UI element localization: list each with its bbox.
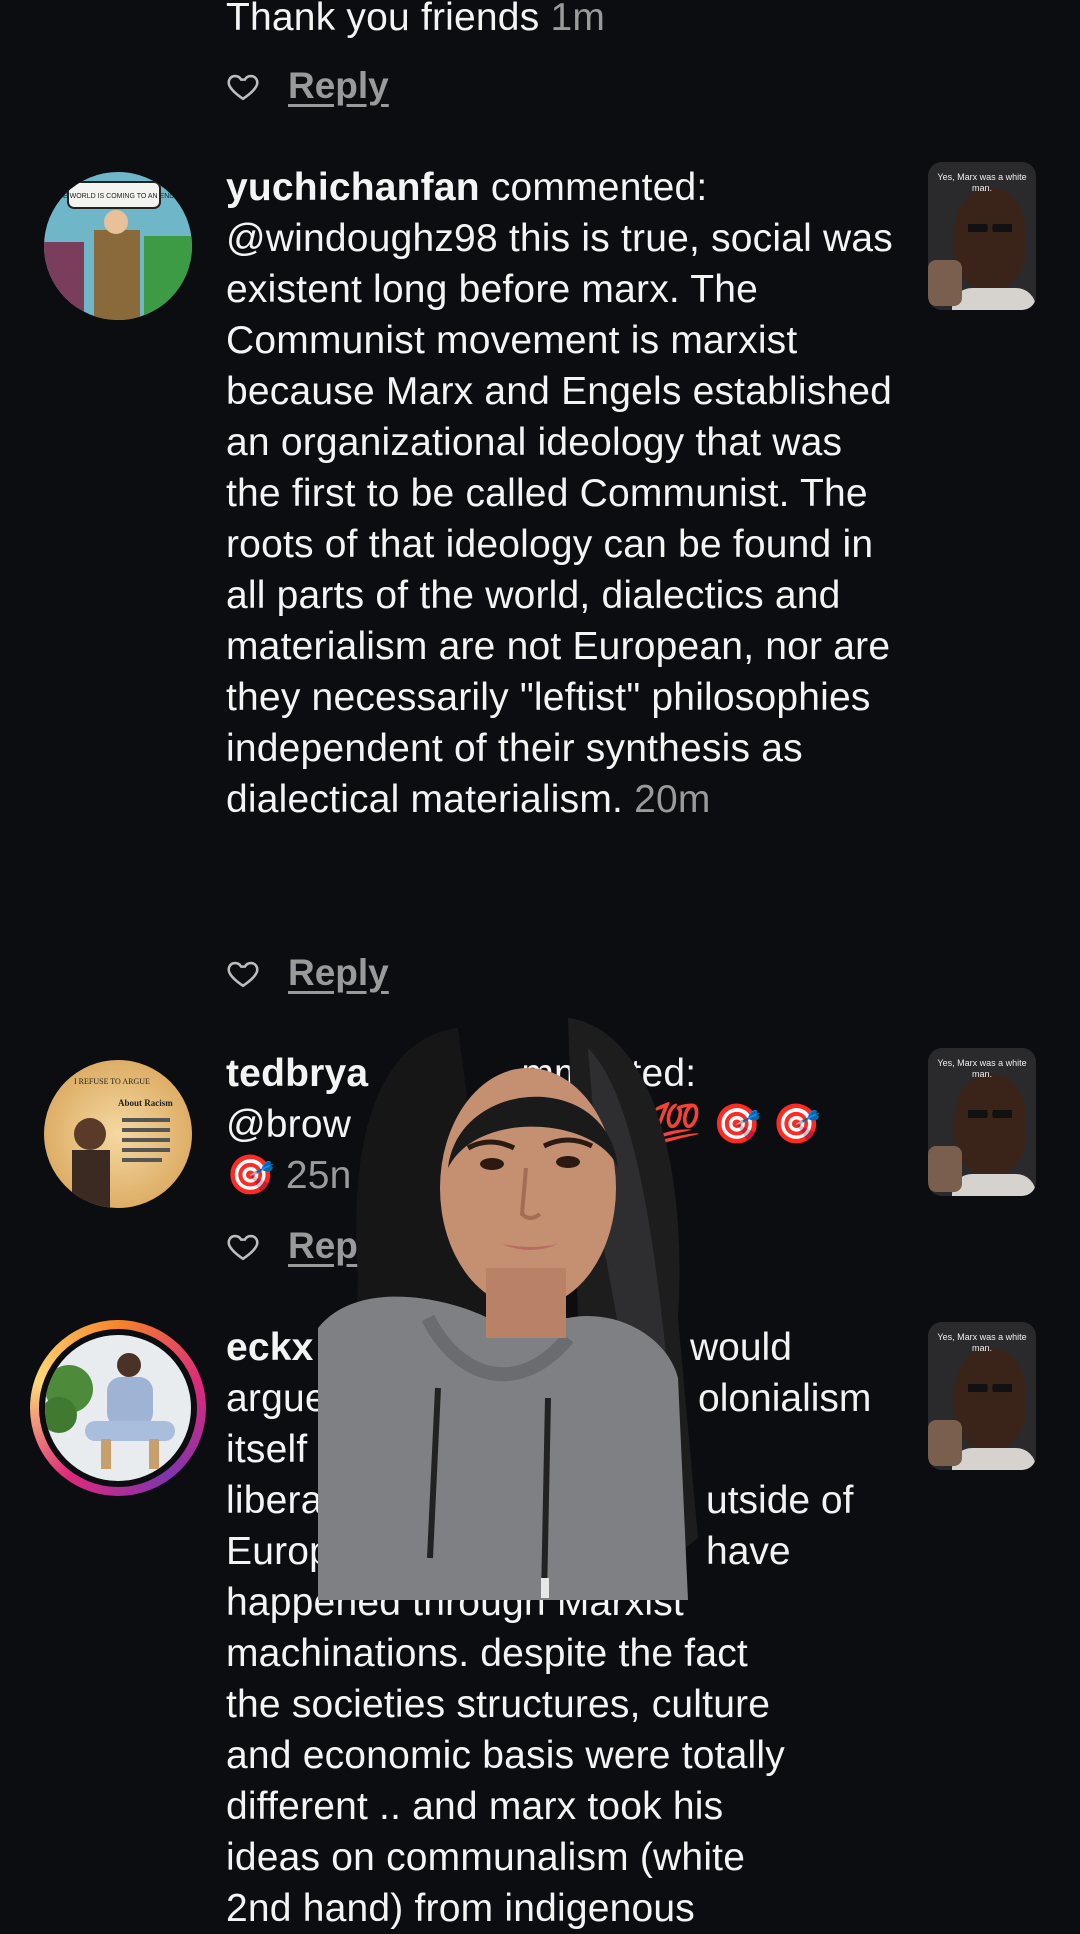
avatar[interactable]: I REFUSE TO ARGUE About Racism [44,1060,192,1208]
thumbnail-caption: Yes, Marx was a white man. [937,1332,1027,1353]
comment-line: ideas on communalism (white [226,1836,746,1879]
thumbnail-inset [928,1420,962,1466]
post-thumbnail[interactable]: Yes, Marx was a white man. [928,162,1036,310]
heart-outline-icon[interactable] [226,1229,260,1263]
reply-button[interactable]: Reply [288,952,389,994]
comment-emoji-tail: 🎯 [226,1154,275,1197]
thumbnail-face [954,1348,1026,1448]
comment-text: Thank you friends 1m [226,0,906,43]
comment-line: machinations. despite the fact [226,1632,748,1675]
comment-fragment: olonialism [698,1377,872,1420]
heart-outline-icon[interactable] [226,69,260,103]
thumbnail-caption: Yes, Marx was a white man. [937,172,1027,193]
thumbnail-shirt [952,288,1036,310]
comment-line: 2nd hand) from indigenous [226,1887,695,1930]
avatar-caption: THE WORLD IS COMING TO AN END [54,193,175,200]
comment-body: @windoughz98 this is true, social was ex… [226,217,893,821]
comment-line: different .. and marx took his [226,1785,724,1828]
reply-button[interactable]: Reply [288,65,389,107]
comment-username[interactable]: yuchichanfan [226,166,480,209]
comment-fragment: have [706,1530,791,1573]
comment-verb: commented: [490,166,708,209]
avatar-caption-top: I REFUSE TO ARGUE [74,1077,150,1086]
avatar[interactable]: THE WORLD IS COMING TO AN END [44,172,192,320]
avatar [45,1335,191,1481]
heart-outline-icon[interactable] [226,956,260,990]
thumbnail-caption: Yes, Marx was a white man. [937,1058,1027,1079]
comment-body: Thank you friends [226,0,540,39]
thumbnail-inset [928,260,962,306]
post-thumbnail[interactable]: Yes, Marx was a white man. [928,1048,1036,1196]
comment-text: yuchichanfan commented: @windoughz98 thi… [226,162,906,825]
comment-fragment: utside of [706,1479,854,1522]
thumbnail-eyes [968,1110,1012,1118]
presenter-overlay [318,1018,714,1600]
thumbnail-shirt [952,1174,1036,1196]
avatar-story-ring[interactable] [30,1320,206,1496]
thumbnail-face [954,1074,1026,1174]
comment-line: and economic basis were totally [226,1734,785,1777]
avatar-caption-bottom: About Racism [118,1098,173,1108]
post-thumbnail[interactable]: Yes, Marx was a white man. [928,1322,1036,1470]
comment-timestamp: 20m [634,778,711,821]
thumbnail-inset [928,1146,962,1192]
thumbnail-eyes [968,1384,1012,1392]
comment-actions: Reply [226,943,389,1003]
comment-line: the societies structures, culture [226,1683,771,1726]
comment-timestamp: 1m [550,0,606,39]
thumbnail-eyes [968,224,1012,232]
avatar-ring-gap [39,1329,197,1487]
thumbnail-shirt [952,1448,1036,1470]
thumbnail-face [954,188,1026,288]
comment-actions: Reply [226,56,389,116]
